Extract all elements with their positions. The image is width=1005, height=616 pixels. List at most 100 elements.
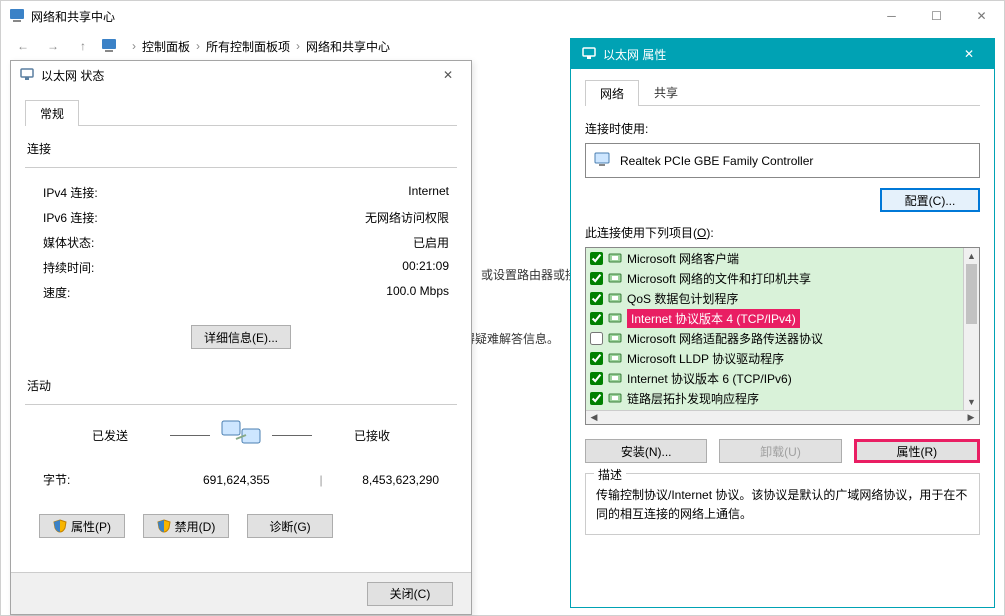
diagnose-button[interactable]: 诊断(G)	[247, 514, 333, 538]
list-item[interactable]: Microsoft 网络客户端	[586, 248, 963, 268]
list-item[interactable]: 链路层拓扑发现响应程序	[586, 388, 963, 408]
description-text: 传输控制协议/Internet 协议。该协议是默认的广域网络协议，用于在不同的相…	[596, 486, 969, 524]
list-item[interactable]: QoS 数据包计划程序	[586, 288, 963, 308]
protocol-icon	[607, 370, 623, 386]
activity-section-label: 活动	[27, 377, 457, 394]
ipv6-value: 无网络访问权限	[365, 209, 449, 226]
breadcrumb-item[interactable]: 所有控制面板项	[206, 38, 290, 55]
bytes-row: 字节: 691,624,355 | 8,453,623,290	[25, 467, 457, 492]
items-listbox[interactable]: Microsoft 网络客户端Microsoft 网络的文件和打印机共享QoS …	[585, 247, 980, 425]
ethernet-icon	[19, 66, 35, 85]
sent-bytes: 691,624,355	[163, 473, 311, 487]
item-checkbox[interactable]	[590, 372, 603, 385]
ethernet-properties-dialog: 以太网 属性 ✕ 网络 共享 连接时使用: Realtek PCIe GBE F…	[570, 38, 995, 608]
props-tabstrip: 网络 共享	[585, 79, 980, 106]
kv-row: 持续时间: 00:21:09	[25, 255, 457, 280]
item-checkbox[interactable]	[590, 392, 603, 405]
media-state-label: 媒体状态:	[43, 234, 94, 251]
list-item[interactable]: Internet 协议版本 6 (TCP/IPv6)	[586, 368, 963, 388]
items-label: 此连接使用下列项目(O):	[585, 224, 980, 241]
item-checkbox[interactable]	[590, 352, 603, 365]
shield-icon	[157, 519, 171, 533]
status-close-button[interactable]: ✕	[433, 65, 463, 85]
protocol-icon	[607, 350, 623, 366]
description-legend: 描述	[594, 466, 626, 483]
nav-forward-button[interactable]: →	[41, 34, 65, 58]
item-checkbox[interactable]	[590, 292, 603, 305]
status-title: 以太网 状态	[41, 67, 104, 84]
close-button[interactable]: 关闭(C)	[367, 582, 453, 606]
protocol-icon	[607, 330, 623, 346]
horizontal-scrollbar[interactable]: ◀ ▶	[586, 410, 979, 424]
duration-value: 00:21:09	[402, 259, 449, 276]
props-titlebar[interactable]: 以太网 属性 ✕	[571, 39, 994, 69]
bytes-label: 字节:	[43, 471, 163, 488]
duration-label: 持续时间:	[43, 259, 94, 276]
scrollbar-thumb[interactable]	[966, 264, 977, 324]
nav-back-button[interactable]: ←	[11, 34, 35, 58]
item-checkbox[interactable]	[590, 252, 603, 265]
nav-up-button[interactable]: ↑	[71, 34, 95, 58]
ipv4-value: Internet	[408, 184, 449, 201]
item-label: Internet 协议版本 6 (TCP/IPv6)	[627, 370, 792, 387]
install-button[interactable]: 安装(N)...	[585, 439, 707, 463]
item-checkbox[interactable]	[590, 332, 603, 345]
item-label: Microsoft 网络适配器多路传送器协议	[627, 330, 823, 347]
close-button[interactable]: ✕	[959, 1, 1004, 31]
received-bytes: 8,453,623,290	[331, 473, 449, 487]
activity-diagram: 已发送 已接收	[25, 417, 457, 453]
sent-label: 已发送	[60, 427, 160, 444]
breadcrumb-item[interactable]: 控制面板	[142, 38, 190, 55]
configure-button[interactable]: 配置(C)...	[880, 188, 980, 212]
scroll-up-icon[interactable]: ▲	[964, 248, 979, 264]
list-item[interactable]: Microsoft 网络的文件和打印机共享	[586, 268, 963, 288]
kv-row: IPv4 连接: Internet	[25, 180, 457, 205]
kv-row: IPv6 连接: 无网络访问权限	[25, 205, 457, 230]
tab-sharing[interactable]: 共享	[639, 79, 693, 105]
main-titlebar: 网络和共享中心 ─ ☐ ✕	[1, 1, 1004, 31]
item-label: Microsoft 网络客户端	[627, 250, 739, 267]
list-item[interactable]: Internet 协议版本 4 (TCP/IPv4)	[586, 308, 963, 328]
properties-button[interactable]: 属性(P)	[39, 514, 125, 538]
maximize-button[interactable]: ☐	[914, 1, 959, 31]
scroll-down-icon[interactable]: ▼	[964, 394, 979, 410]
item-label: 链路层拓扑发现响应程序	[627, 390, 759, 407]
item-label: Microsoft LLDP 协议驱动程序	[627, 350, 784, 367]
status-titlebar[interactable]: 以太网 状态 ✕	[11, 61, 471, 89]
media-state-value: 已启用	[413, 234, 449, 251]
breadcrumb-icon	[101, 38, 117, 54]
network-center-icon	[9, 8, 25, 24]
props-title: 以太网 属性	[603, 46, 666, 63]
vertical-scrollbar[interactable]: ▲ ▼	[963, 248, 979, 410]
item-checkbox[interactable]	[590, 312, 603, 325]
connection-section-label: 连接	[27, 140, 457, 157]
minimize-button[interactable]: ─	[869, 1, 914, 31]
list-item[interactable]: Microsoft 网络适配器多路传送器协议	[586, 328, 963, 348]
item-properties-button[interactable]: 属性(R)	[854, 439, 980, 463]
details-button[interactable]: 详细信息(E)...	[191, 325, 291, 349]
disable-button[interactable]: 禁用(D)	[143, 514, 229, 538]
scroll-left-icon[interactable]: ◀	[586, 411, 602, 424]
tab-general[interactable]: 常规	[25, 100, 79, 126]
breadcrumb[interactable]: › 控制面板 › 所有控制面板项 › 网络和共享中心	[123, 34, 397, 59]
speed-value: 100.0 Mbps	[386, 284, 449, 301]
shield-icon	[53, 519, 67, 533]
list-item[interactable]: Microsoft LLDP 协议驱动程序	[586, 348, 963, 368]
adapter-name: Realtek PCIe GBE Family Controller	[620, 154, 813, 168]
protocol-icon	[607, 250, 623, 266]
kv-row: 速度: 100.0 Mbps	[25, 280, 457, 305]
item-checkbox[interactable]	[590, 272, 603, 285]
ethernet-status-dialog: 以太网 状态 ✕ 常规 连接 IPv4 连接: Internet IPv6 连接…	[10, 60, 472, 615]
description-groupbox: 描述 传输控制协议/Internet 协议。该协议是默认的广域网络协议，用于在不…	[585, 473, 980, 535]
protocol-icon	[607, 310, 623, 326]
scroll-right-icon[interactable]: ▶	[963, 411, 979, 424]
network-adapter-icon	[594, 150, 612, 171]
tab-network[interactable]: 网络	[585, 80, 639, 106]
adapter-box: Realtek PCIe GBE Family Controller	[585, 143, 980, 178]
protocol-icon	[607, 270, 623, 286]
props-close-button[interactable]: ✕	[954, 43, 984, 65]
main-window-controls: ─ ☐ ✕	[869, 1, 1004, 31]
speed-label: 速度:	[43, 284, 70, 301]
item-label: Internet 协议版本 4 (TCP/IPv4)	[627, 309, 800, 328]
breadcrumb-item[interactable]: 网络和共享中心	[306, 38, 390, 55]
